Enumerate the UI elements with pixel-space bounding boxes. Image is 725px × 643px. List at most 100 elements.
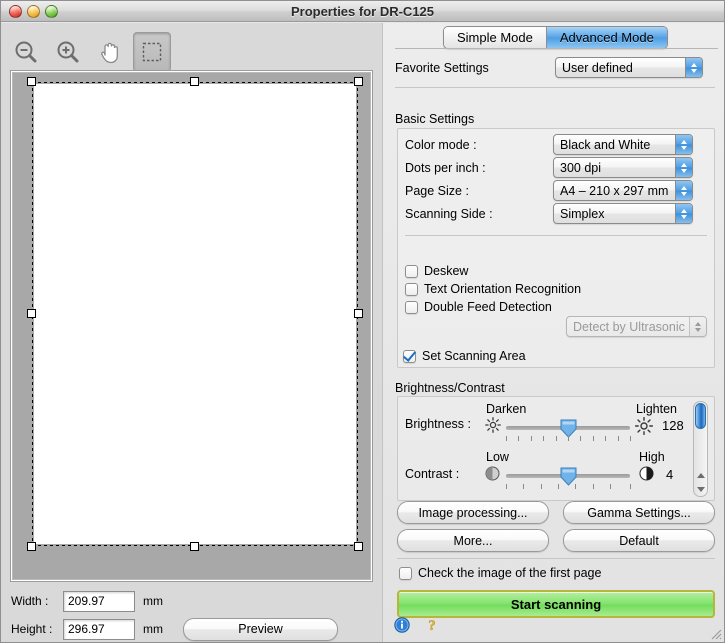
deskew-row[interactable]: Deskew	[405, 264, 705, 278]
scrollbar-thumb[interactable]	[695, 403, 706, 429]
brightness-value: 128	[662, 418, 684, 433]
basic-settings-inner-divider	[405, 235, 707, 236]
actions-divider	[397, 558, 715, 559]
scanning-side-row: Scanning Side : Simplex	[405, 203, 707, 224]
settings-pane: Simple Mode Advanced Mode Favorite Setti…	[382, 23, 724, 642]
hand-icon[interactable]	[91, 32, 129, 72]
selection-handle-bottom-right[interactable]	[354, 542, 363, 551]
scanning-side-dropdown[interactable]: Simplex	[553, 203, 693, 224]
favorite-settings-label: Favorite Settings	[395, 60, 489, 75]
deskew-checkbox[interactable]	[405, 264, 418, 278]
text-orientation-recognition-label: Text Orientation Recognition	[424, 282, 582, 296]
gamma-settings-button[interactable]: Gamma Settings...	[563, 501, 715, 524]
page-size-label: Page Size :	[405, 183, 469, 198]
selection-handle-top-right[interactable]	[354, 77, 363, 86]
resize-grip[interactable]	[708, 626, 722, 640]
selection-handle-middle-right[interactable]	[354, 309, 363, 318]
page-size-row: Page Size : A4 – 210 x 297 mm	[405, 180, 707, 201]
start-scanning-button[interactable]: Start scanning	[397, 590, 715, 618]
stepper-arrows-icon[interactable]	[675, 158, 692, 177]
text-orientation-recognition-row[interactable]: Text Orientation Recognition	[405, 282, 705, 296]
scanning-side-label: Scanning Side :	[405, 206, 493, 221]
brightness-slider[interactable]	[506, 419, 631, 442]
selection-handle-bottom-left[interactable]	[27, 542, 36, 551]
check-first-page-label: Check the image of the first page	[418, 566, 602, 580]
default-button[interactable]: Default	[563, 529, 715, 552]
double-feed-detection-row[interactable]: Double Feed Detection	[405, 300, 705, 314]
tab-simple-mode[interactable]: Simple Mode	[444, 27, 546, 48]
zoom-in-icon[interactable]	[49, 32, 87, 72]
dots-per-inch-dropdown[interactable]: 300 dpi	[553, 157, 693, 178]
more-button[interactable]: More...	[397, 529, 549, 552]
image-processing-button[interactable]: Image processing...	[397, 501, 549, 524]
stepper-arrows-icon[interactable]	[675, 204, 692, 223]
selection-handle-bottom-center[interactable]	[190, 542, 199, 551]
page-size-dropdown[interactable]: A4 – 210 x 297 mm	[553, 180, 693, 201]
sun-small-icon	[485, 417, 501, 436]
contrast-value: 4	[666, 467, 674, 482]
double-feed-method-value: Detect by Ultrasonic	[573, 319, 685, 334]
properties-window: Properties for DR-C125 Width: 209.97 mm…	[0, 0, 725, 643]
preview-button[interactable]: Preview	[183, 617, 338, 641]
scanning-side-value: Simplex	[560, 206, 605, 221]
dots-per-inch-value: 300 dpi	[560, 160, 602, 175]
text-orientation-recognition-checkbox[interactable]	[405, 282, 418, 296]
mode-tabs: Simple Mode Advanced Mode	[443, 26, 668, 49]
selection-icon[interactable]	[133, 32, 171, 72]
sun-large-icon	[634, 416, 654, 438]
stepper-arrows-icon[interactable]	[675, 135, 692, 154]
selection-handle-top-center[interactable]	[190, 77, 199, 86]
check-first-page-row[interactable]: Check the image of the first page	[399, 566, 601, 580]
svg-text:?: ?	[428, 618, 436, 633]
width-input[interactable]: 209.97	[63, 590, 135, 612]
contrast-slider[interactable]	[506, 467, 631, 490]
stepper-arrows-icon[interactable]	[675, 181, 692, 200]
check-first-page-checkbox[interactable]	[399, 566, 412, 580]
selection-handle-middle-left[interactable]	[27, 309, 36, 318]
width-row: Width : 209.97 mm	[11, 589, 372, 613]
tab-advanced-mode[interactable]: Advanced Mode	[545, 27, 667, 48]
brightness-contrast-scrollbar[interactable]	[693, 401, 708, 497]
width-label: Width :	[11, 594, 49, 608]
brightness-darken-label: Darken	[486, 402, 527, 416]
double-feed-detection-checkbox[interactable]	[405, 300, 418, 314]
set-scanning-area-label: Set Scanning Area	[422, 349, 526, 363]
scrollbar-arrows[interactable]	[694, 468, 707, 496]
scroll-down-icon[interactable]	[696, 486, 705, 492]
scan-preview-area[interactable]	[11, 71, 372, 581]
help-icon[interactable]: ?	[424, 617, 440, 636]
brightness-lighten-label: Lighten	[636, 402, 678, 416]
info-icon[interactable]	[394, 617, 410, 636]
favorite-divider	[395, 87, 715, 88]
height-unit: mm	[143, 622, 163, 636]
color-mode-label: Color mode :	[405, 137, 477, 152]
color-mode-dropdown[interactable]: Black and White	[553, 134, 693, 155]
set-scanning-area-checkbox[interactable]	[403, 349, 416, 363]
height-input[interactable]: 296.97	[63, 618, 135, 640]
contrast-slider-track[interactable]	[506, 467, 630, 486]
brightness-slider-track[interactable]	[506, 419, 630, 438]
contrast-high-icon	[639, 466, 654, 484]
favorite-settings-dropdown[interactable]: User defined	[555, 57, 703, 78]
color-mode-value: Black and White	[560, 137, 651, 152]
window-title: Properties for DR-C125	[290, 4, 435, 19]
window-titlebar: Properties for DR-C125	[1, 1, 724, 22]
tabs-divider	[395, 48, 718, 49]
contrast-low-label: Low	[486, 450, 509, 464]
set-scanning-area-row[interactable]: Set Scanning Area	[403, 349, 526, 363]
height-row: Height : 296.97 mm Preview	[11, 617, 372, 641]
dots-per-inch-label: Dots per inch :	[405, 160, 486, 175]
scan-options-checkboxes: Deskew Text Orientation Recognition Doub…	[405, 264, 705, 318]
favorite-settings-row: Favorite Settings User defined	[395, 57, 715, 78]
selection-handle-top-left[interactable]	[27, 77, 36, 86]
stepper-arrows-icon[interactable]	[685, 58, 702, 77]
status-icon-bar: ?	[394, 617, 440, 636]
contrast-low-icon	[485, 466, 500, 484]
preview-toolbar	[7, 28, 171, 76]
zoom-out-icon[interactable]	[7, 32, 45, 72]
brightness-label: Brightness :	[405, 417, 472, 431]
page-size-value: A4 – 210 x 297 mm	[560, 183, 669, 198]
scan-selection-rect[interactable]	[27, 77, 363, 551]
height-label: Height :	[11, 622, 53, 636]
scroll-up-icon[interactable]	[696, 472, 705, 478]
